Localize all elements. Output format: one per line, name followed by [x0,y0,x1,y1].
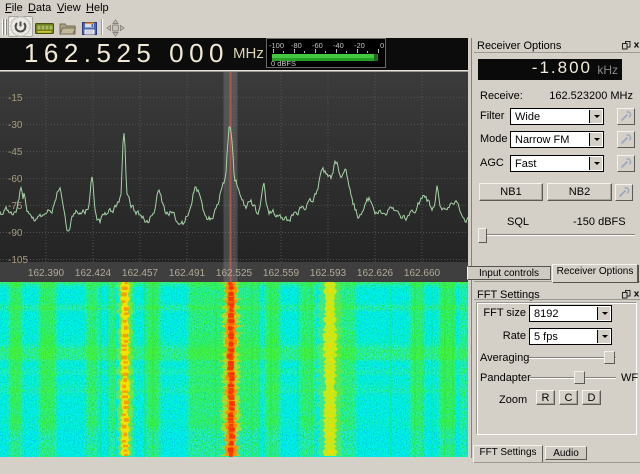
svg-text:162.593: 162.593 [310,268,347,279]
svg-text:162.491: 162.491 [169,268,206,279]
svg-text:162.424: 162.424 [75,268,112,279]
svg-text:162.525: 162.525 [216,268,253,279]
svg-text:-15: -15 [8,93,23,104]
svg-text:-45: -45 [8,147,23,158]
svg-text:-90: -90 [8,228,23,239]
svg-text:-105: -105 [8,255,28,266]
svg-text:162.660: 162.660 [404,268,441,279]
svg-text:162.390: 162.390 [28,268,65,279]
svg-text:162.626: 162.626 [357,268,394,279]
svg-text:-60: -60 [8,174,23,185]
svg-text:-30: -30 [8,120,23,131]
svg-text:162.457: 162.457 [122,268,159,279]
svg-text:-75: -75 [8,201,23,212]
svg-text:162.559: 162.559 [263,268,300,279]
